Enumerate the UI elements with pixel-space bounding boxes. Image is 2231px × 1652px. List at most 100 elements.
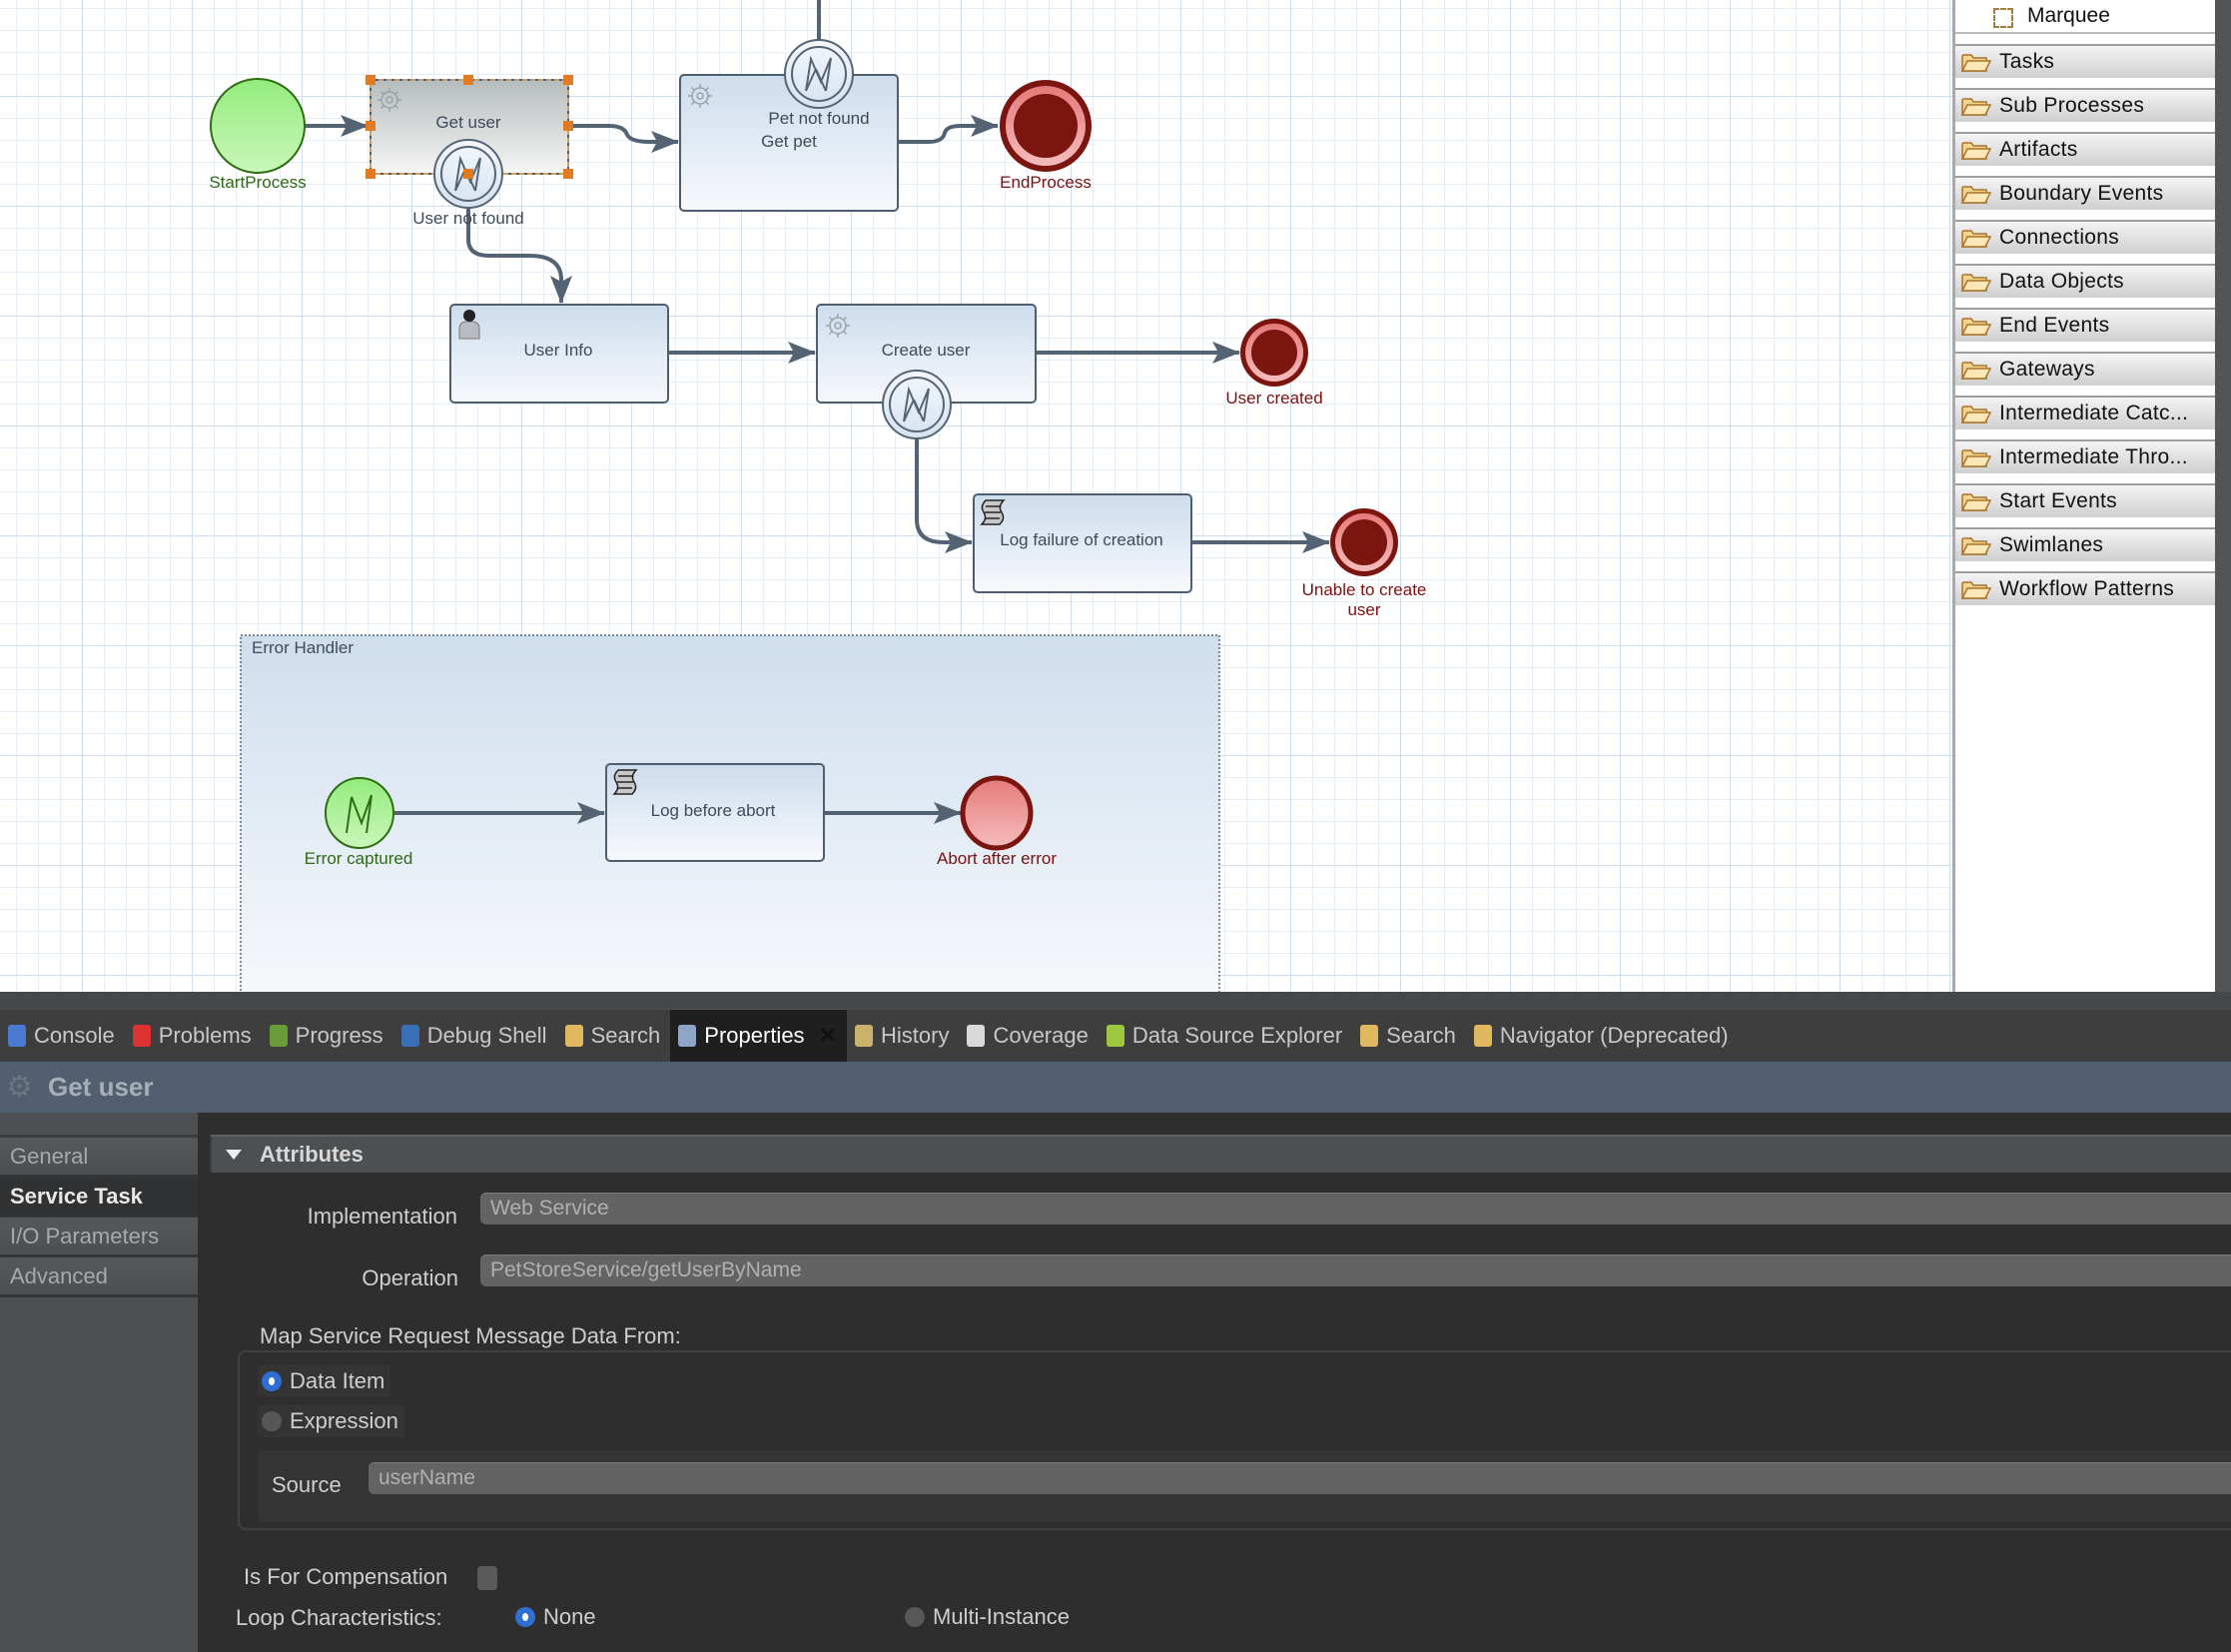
palette-drawer-connections[interactable]: Connections [1955,220,2215,254]
debug-shell-icon [400,1025,419,1047]
end-process-event[interactable] [1000,80,1092,172]
view-tab-label: Problems [158,1023,252,1048]
view-tab-console[interactable]: Console [0,1010,125,1062]
resize-handle[interactable] [463,75,473,85]
radio-expression-label: Expression [290,1408,398,1433]
implementation-field[interactable]: Web Service [480,1193,2231,1225]
view-tab-label: Properties [704,1023,805,1048]
implementation-label: Implementation [307,1204,457,1229]
view-tab-label: Debug Shell [426,1023,547,1048]
resize-handle[interactable] [563,121,573,131]
nav-tab-service-task[interactable]: Service Task [0,1178,198,1218]
data-source-explorer-icon [1106,1025,1124,1047]
palette-drawer-intermediate-catc[interactable]: Intermediate Catc... [1955,396,2215,429]
editor-sash[interactable] [0,992,2231,1009]
palette: Marquee Tasks Sub Processes Artifacts Bound… [1952,0,2215,992]
palette-drawer-intermediate-thro[interactable]: Intermediate Thro... [1955,439,2215,473]
resize-handle[interactable] [563,75,573,85]
palette-drawer-label: Gateways [1999,358,2095,381]
resize-handle[interactable] [366,169,375,179]
create-user-error-boundary-event[interactable] [882,370,952,439]
nav-tab-advanced[interactable]: Advanced [0,1257,198,1297]
resize-handle[interactable] [366,121,375,131]
palette-drawer-label: Boundary Events [1999,182,2164,205]
palette-drawer-workflow-patterns[interactable]: Workflow Patterns [1955,571,2215,605]
get-user-label: Get user [435,113,501,132]
collapse-triangle-icon[interactable] [226,1150,242,1160]
folder-icon [1961,536,1991,555]
palette-drawer-boundary-events[interactable]: Boundary Events [1955,176,2215,210]
flow-getpet-to-end[interactable] [898,115,999,144]
user-not-found-boundary-event[interactable] [433,139,503,209]
flow-createerror-to-logfailure[interactable] [915,437,973,553]
nav-tab-general[interactable]: General [0,1138,198,1178]
view-tab-history[interactable]: History [847,1010,959,1062]
palette-drawer-gateways[interactable]: Gateways [1955,352,2215,386]
palette-drawer-swimlanes[interactable]: Swimlanes [1955,527,2215,561]
unable-to-create-label-line2: user [1347,600,1381,619]
resize-handle[interactable] [366,75,375,85]
palette-drawer-label: Tasks [1999,50,2055,73]
view-tab-data-source-explorer[interactable]: Data Source Explorer [1099,1010,1352,1062]
palette-drawer-label: Artifacts [1999,138,2078,161]
properties-title-bar: ⚙ Get user [0,1062,2231,1113]
palette-drawer-end-events[interactable]: End Events [1955,308,2215,342]
properties-nav: General Service Task I/O Parameters Adva… [0,1113,198,1652]
palette-drawer-sub-processes[interactable]: Sub Processes [1955,88,2215,122]
palette-sash[interactable] [2215,0,2231,992]
compensation-checkbox[interactable] [477,1566,497,1590]
bpmn-diagram[interactable] [0,0,1952,992]
palette-drawer-start-events[interactable]: Start Events [1955,483,2215,517]
palette-marquee-tool[interactable]: Marquee [1955,0,2215,34]
unable-to-create-label: Unable to create [1301,580,1427,599]
radio-loop-multi-instance[interactable]: Multi-Instance [901,1601,1076,1633]
get-pet-label: Get pet [761,132,817,151]
view-tab-bar: Console Problems Progress Debug Shell Search… [0,1009,2231,1062]
nav-tab-io-parameters[interactable]: I/O Parameters [0,1218,198,1257]
palette-drawer-data-objects[interactable]: Data Objects [1955,264,2215,298]
palette-drawer-label: Connections [1999,226,2120,249]
user-info-label: User Info [523,341,593,360]
view-tab-coverage[interactable]: Coverage [959,1010,1098,1062]
radio-expression[interactable]: Expression [258,1405,404,1437]
palette-drawer-label: Sub Processes [1999,94,2145,117]
search-icon [1360,1025,1379,1047]
radio-data-item[interactable]: Data Item [258,1365,391,1397]
map-data-from-label: Map Service Request Message Data From: [260,1323,681,1348]
log-before-abort-label: Log before abort [650,801,776,820]
view-tab-properties[interactable]: Properties ✕ [670,1010,847,1062]
palette-drawer-label: Data Objects [1999,270,2124,293]
palette-drawer-tasks[interactable]: Tasks [1955,44,2215,78]
pet-not-found-boundary-event[interactable] [784,39,854,109]
radio-unselected-icon [905,1607,925,1627]
palette-drawer-label: Swimlanes [1999,533,2104,556]
search-icon [564,1025,583,1047]
user-created-end-event[interactable] [1240,319,1308,387]
view-tab-debug-shell[interactable]: Debug Shell [393,1010,557,1062]
operation-label: Operation [362,1265,458,1290]
source-field[interactable]: userName [369,1462,2231,1494]
view-tab-progress[interactable]: Progress [262,1010,393,1062]
radio-selected-icon [262,1371,282,1391]
flow-getuser-to-getpet[interactable] [569,124,679,153]
attributes-section-header[interactable]: Attributes [210,1135,2231,1173]
abort-after-error-end-event[interactable] [960,775,1034,851]
close-icon[interactable]: ✕ [819,1023,837,1049]
view-tab-navigator-deprecated[interactable]: Navigator (Deprecated) [1466,1010,1739,1062]
view-tab-search[interactable]: Search [557,1010,671,1062]
radio-loop-none[interactable]: None [511,1601,602,1633]
radio-data-item-label: Data Item [290,1368,385,1393]
start-process-event[interactable] [210,78,306,174]
folder-icon [1961,53,1991,72]
view-tab-search[interactable]: Search [1352,1010,1466,1062]
palette-drawer-label: Workflow Patterns [1999,577,2175,600]
error-captured-start-event[interactable] [325,777,394,849]
palette-drawer-artifacts[interactable]: Artifacts [1955,132,2215,166]
diagram-canvas[interactable]: StartProcess Get user User not found Pet… [0,0,1952,992]
unable-to-create-user-end-event[interactable] [1330,508,1398,576]
end-process-label: EndProcess [1000,173,1092,192]
operation-field[interactable]: PetStoreService/getUserByName [480,1254,2231,1286]
resize-handle[interactable] [563,169,573,179]
view-tab-problems[interactable]: Problems [125,1010,262,1062]
view-tab-label: Coverage [993,1023,1089,1048]
